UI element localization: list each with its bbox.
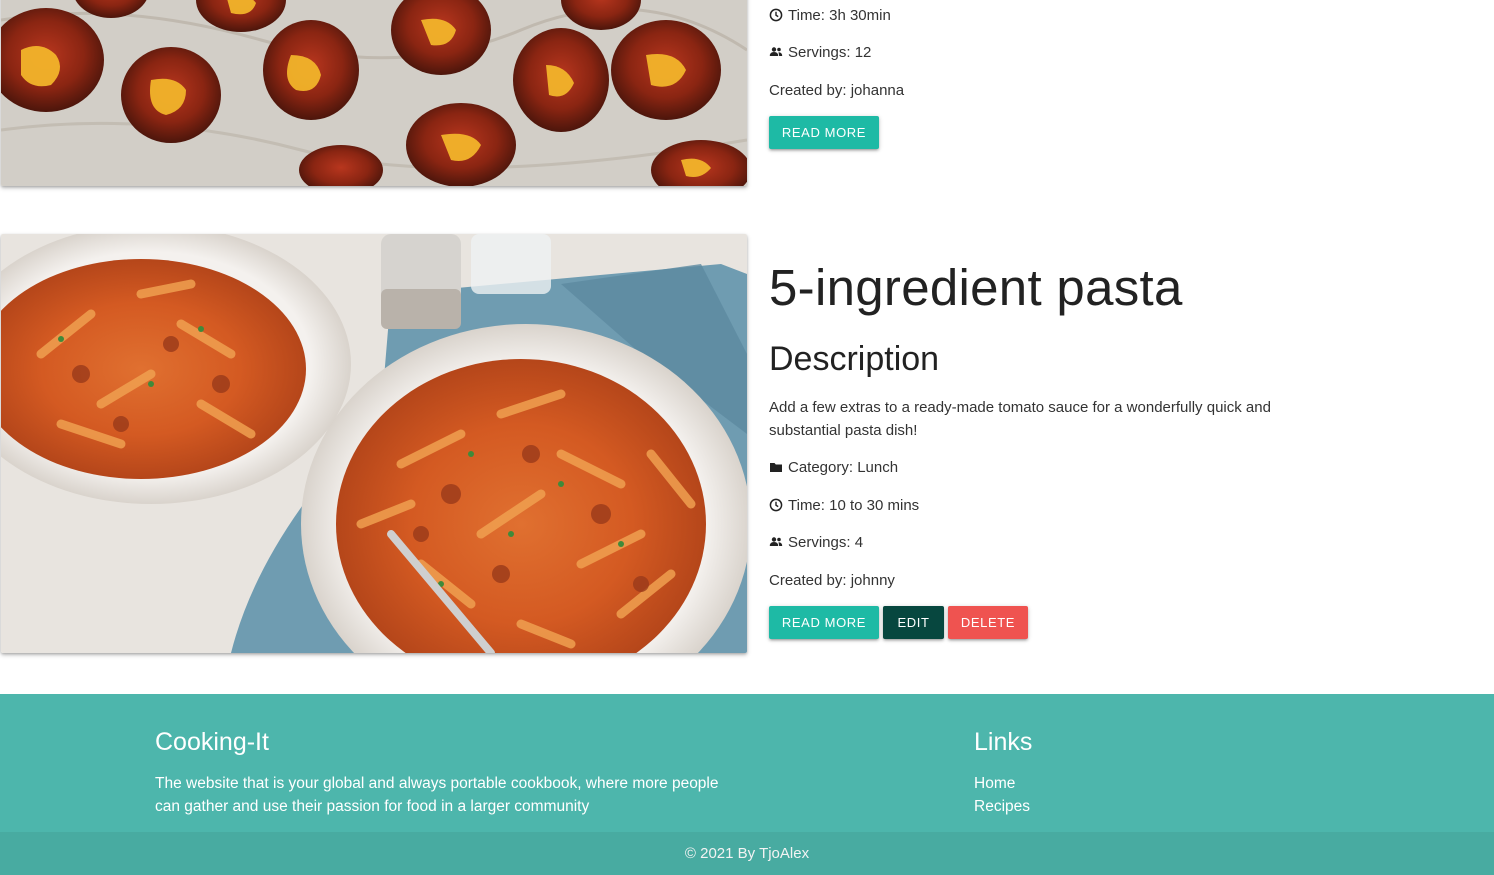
recipe-servings: Servings: 4: [769, 532, 863, 552]
footer-link-item: Home: [974, 772, 1030, 795]
recipe-title: 5-ingredient pasta: [769, 259, 1183, 316]
chicken-wings-image: [1, 0, 747, 186]
copyright-text: © 2021 By TjoAlex: [684, 845, 810, 862]
recipe-card: 5-ingredient pasta Description Add a few…: [0, 234, 1494, 654]
recipe-image[interactable]: [1, 234, 747, 653]
edit-button[interactable]: Edit: [883, 606, 944, 639]
site-footer: Cooking-It The website that is your glob…: [0, 694, 1494, 875]
read-more-button[interactable]: Read more: [769, 606, 879, 639]
recipe-category: Category: Lunch: [769, 457, 898, 477]
recipe-time-text: Time: 10 to 30 mins: [788, 496, 920, 514]
recipe-time: Time: 10 to 30 mins: [769, 495, 919, 515]
recipe-author-text: Created by: johanna: [769, 81, 905, 99]
copyright-bar: © 2021 By TjoAlex: [0, 832, 1494, 875]
footer-description: The website that is your global and alwa…: [155, 775, 719, 815]
recipe-author: Created by: johanna: [769, 80, 904, 100]
footer-link-home[interactable]: Home: [974, 775, 1015, 792]
clock-icon: [769, 498, 783, 512]
recipe-author: Created by: johnny: [769, 570, 895, 590]
footer-brand: Cooking-It: [155, 728, 269, 756]
read-more-button[interactable]: Read more: [769, 116, 879, 149]
footer-links: Home Recipes: [974, 772, 1030, 818]
recipe-servings: Servings: 12: [769, 42, 871, 62]
recipe-description: Add a few extras to a ready-made tomato …: [769, 399, 1271, 439]
recipe-category-text: Category: Lunch: [788, 458, 899, 476]
recipe-card: Time: 3h 30min Servings: 12 Created by: …: [0, 0, 1494, 190]
delete-button[interactable]: Delete: [948, 606, 1028, 639]
clock-icon: [769, 8, 783, 22]
recipe-time-text: Time: 3h 30min: [788, 6, 891, 24]
people-icon: [769, 535, 783, 549]
recipe-image[interactable]: [1, 0, 747, 186]
footer-link-recipes[interactable]: Recipes: [974, 798, 1030, 815]
recipe-author-text: Created by: johnny: [769, 571, 895, 589]
pasta-image: [1, 234, 747, 653]
recipe-servings-text: Servings: 12: [788, 43, 872, 61]
people-icon: [769, 45, 783, 59]
description-heading: Description: [769, 340, 940, 378]
recipe-servings-text: Servings: 4: [788, 533, 864, 551]
footer-links-title: Links: [974, 728, 1033, 756]
folder-icon: [769, 460, 783, 474]
recipe-time: Time: 3h 30min: [769, 5, 891, 25]
footer-link-item: Recipes: [974, 795, 1030, 818]
